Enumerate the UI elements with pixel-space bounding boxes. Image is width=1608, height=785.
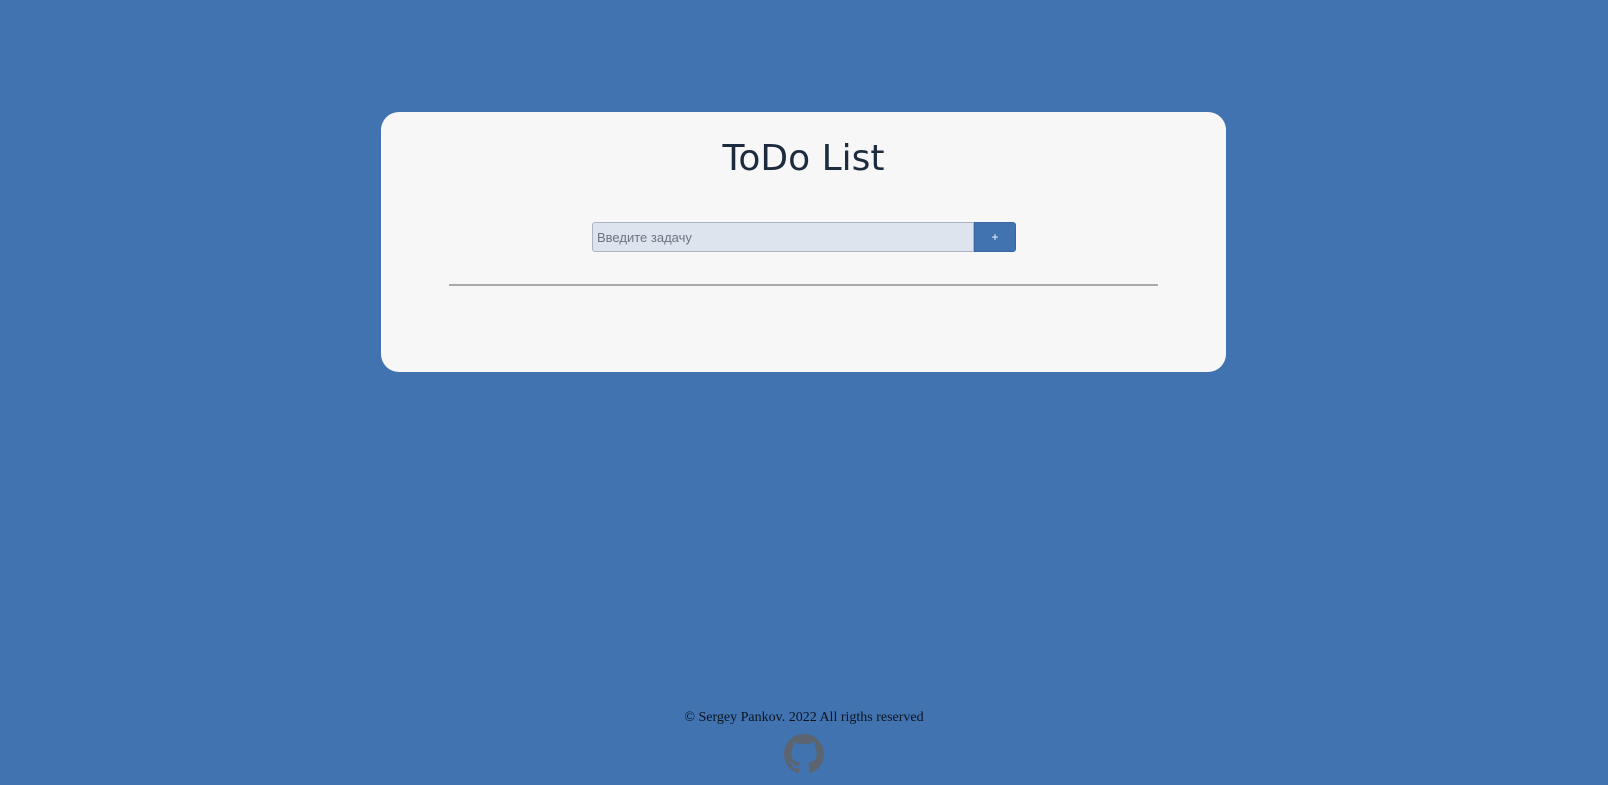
github-link[interactable] <box>784 734 824 774</box>
add-task-button[interactable]: + <box>974 222 1016 252</box>
add-task-form: + <box>592 222 1016 252</box>
page-title: ToDo List <box>722 138 885 179</box>
copyright-text: © Sergey Pankov. 2022 All rigths reserve… <box>684 710 924 725</box>
todo-card: ToDo List + <box>381 112 1226 372</box>
divider <box>449 284 1158 286</box>
task-input[interactable] <box>592 222 974 252</box>
github-icon <box>784 734 824 774</box>
footer: © Sergey Pankov. 2022 All rigths reserve… <box>0 706 1608 778</box>
